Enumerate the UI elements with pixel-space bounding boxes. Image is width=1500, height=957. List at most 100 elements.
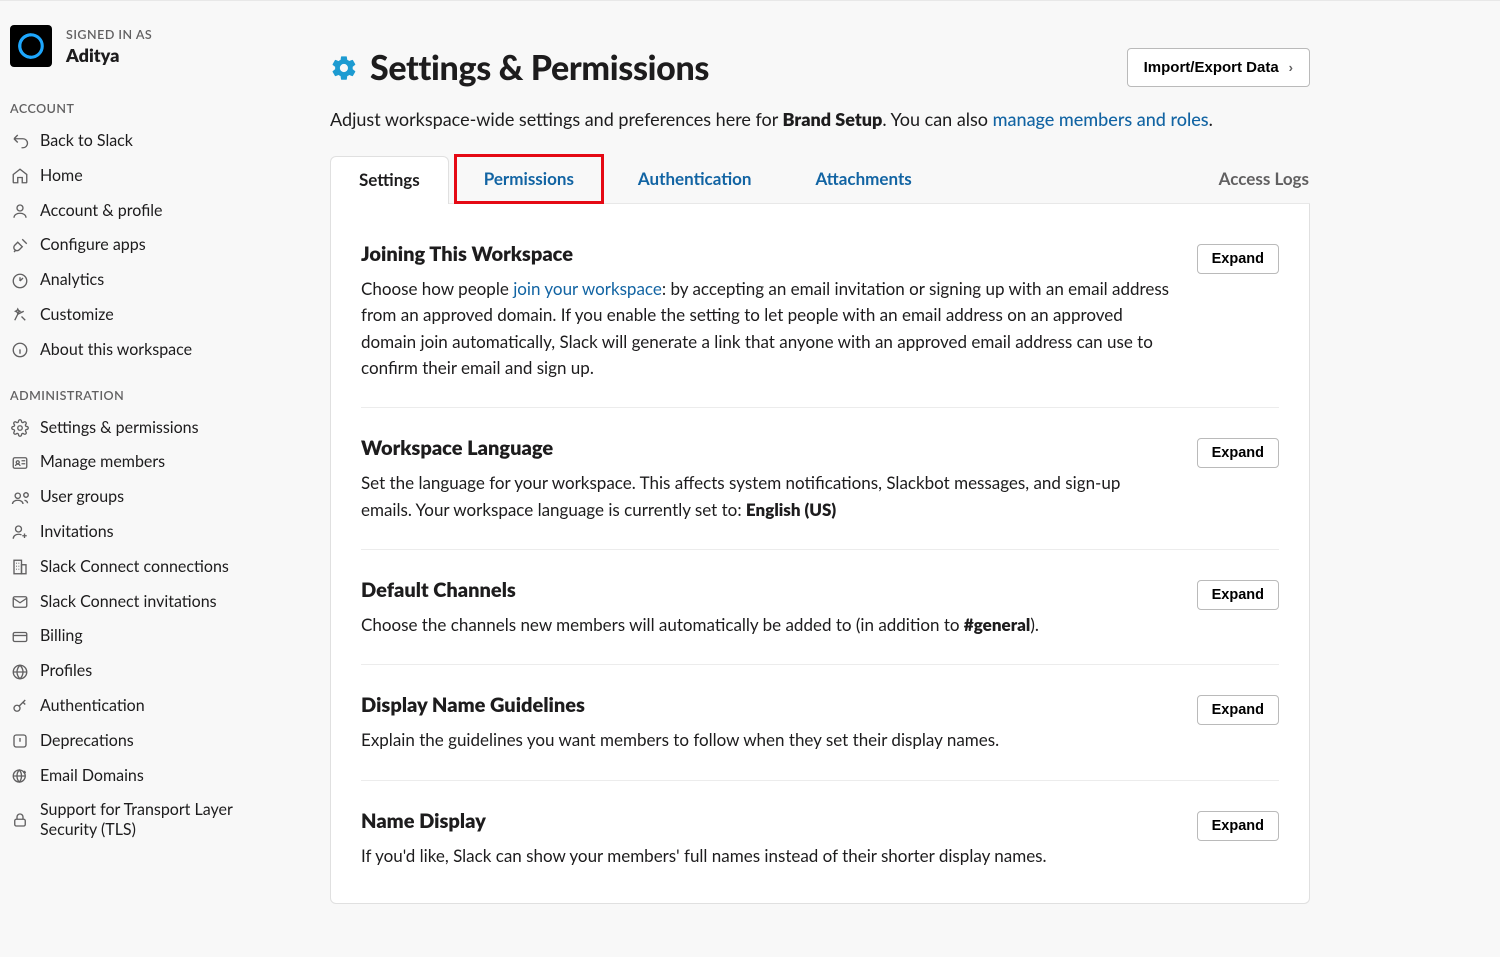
nav-item-label: Invitations [40, 522, 114, 543]
section-description: Choose the channels new members will aut… [361, 612, 1173, 638]
section-title: Name Display [361, 809, 1173, 833]
section-title: Workspace Language [361, 436, 1173, 460]
nav-item-label: Slack Connect invitations [40, 592, 217, 613]
globe-icon [10, 662, 30, 682]
nav-back-to-slack[interactable]: Back to Slack [0, 124, 270, 159]
lock-icon [10, 810, 30, 830]
home-icon [10, 166, 30, 186]
gear-icon [330, 54, 358, 82]
back-arrow-icon [10, 131, 30, 151]
person-plus-icon [10, 522, 30, 542]
nav-user-groups[interactable]: User groups [0, 480, 270, 515]
avatar [10, 25, 52, 67]
section-workspace-language: Workspace Language Set the language for … [361, 408, 1279, 550]
section-joining-workspace: Joining This Workspace Choose how people… [361, 214, 1279, 408]
gauge-icon [10, 271, 30, 291]
signed-in-name: Aditya [66, 44, 152, 66]
section-description: Explain the guidelines you want members … [361, 727, 1173, 753]
nav-profiles[interactable]: Profiles [0, 654, 270, 689]
page-subtitle: Adjust workspace-wide settings and prefe… [330, 106, 1310, 133]
general-channel: #general [964, 614, 1030, 635]
section-title: Joining This Workspace [361, 242, 1173, 266]
nav-group-administration: Administration [0, 368, 270, 411]
import-export-label: Import/Export Data [1144, 59, 1279, 76]
signed-in-block: Signed in as Aditya [0, 19, 270, 81]
expand-button[interactable]: Expand [1197, 695, 1279, 725]
tab-attachments[interactable]: Attachments [787, 155, 941, 203]
nav-item-label: Billing [40, 626, 83, 647]
settings-panel: Joining This Workspace Choose how people… [330, 204, 1310, 904]
section-description: Choose how people join your workspace: b… [361, 276, 1173, 381]
join-workspace-link[interactable]: join your workspace [513, 278, 662, 299]
chevron-right-icon: › [1289, 60, 1293, 75]
section-display-name-guidelines: Display Name Guidelines Explain the guid… [361, 665, 1279, 780]
nav-item-label: User groups [40, 487, 124, 508]
tab-settings[interactable]: Settings [330, 156, 449, 204]
nav-analytics[interactable]: Analytics [0, 263, 270, 298]
envelope-icon [10, 592, 30, 612]
nav-slack-connect-connections[interactable]: Slack Connect connections [0, 550, 270, 585]
nav-item-label: Configure apps [40, 235, 146, 256]
nav-configure-apps[interactable]: Configure apps [0, 228, 270, 263]
section-title: Default Channels [361, 578, 1173, 602]
nav-home[interactable]: Home [0, 159, 270, 194]
nav-item-label: Email Domains [40, 766, 144, 787]
nav-item-label: Account & profile [40, 201, 162, 222]
nav-customize[interactable]: Customize [0, 298, 270, 333]
warning-square-icon [10, 731, 30, 751]
nav-slack-connect-invitations[interactable]: Slack Connect invitations [0, 585, 270, 620]
nav-item-label: Customize [40, 305, 114, 326]
plug-icon [10, 236, 30, 256]
current-language: English (US) [746, 499, 836, 520]
nav-item-label: Back to Slack [40, 131, 133, 152]
nav-deprecations[interactable]: Deprecations [0, 724, 270, 759]
nav-item-label: Slack Connect connections [40, 557, 229, 578]
nav-item-label: Profiles [40, 661, 92, 682]
nav-account-profile[interactable]: Account & profile [0, 194, 270, 229]
main-content: Settings & Permissions Import/Export Dat… [270, 1, 1370, 957]
section-description: Set the language for your workspace. Thi… [361, 470, 1173, 523]
nav-item-label: Manage members [40, 452, 165, 473]
nav-item-label: Authentication [40, 696, 145, 717]
sidebar: Signed in as Aditya Account Back to Slac… [0, 1, 270, 957]
nav-item-label: Deprecations [40, 731, 134, 752]
people-icon [10, 488, 30, 508]
expand-button[interactable]: Expand [1197, 244, 1279, 274]
nav-settings-permissions[interactable]: Settings & permissions [0, 411, 270, 446]
tab-access-logs[interactable]: Access Logs [1190, 155, 1310, 203]
manage-members-link[interactable]: manage members and roles [993, 108, 1209, 130]
page-title: Settings & Permissions [370, 47, 709, 88]
tab-authentication[interactable]: Authentication [609, 155, 781, 203]
nav-invitations[interactable]: Invitations [0, 515, 270, 550]
section-description: If you'd like, Slack can show your membe… [361, 843, 1173, 869]
nav-item-label: Analytics [40, 270, 104, 291]
gear-icon [10, 418, 30, 438]
expand-button[interactable]: Expand [1197, 811, 1279, 841]
info-icon [10, 340, 30, 360]
nav-about-workspace[interactable]: About this workspace [0, 333, 270, 368]
nav-email-domains[interactable]: Email Domains [0, 759, 270, 794]
workspace-name: Brand Setup [783, 108, 883, 130]
nav-group-account: Account [0, 81, 270, 124]
nav-manage-members[interactable]: Manage members [0, 445, 270, 480]
globe-plus-icon [10, 766, 30, 786]
tab-permissions[interactable]: Permissions [455, 155, 603, 203]
nav-tls-support[interactable]: Support for Transport Layer Security (TL… [0, 793, 270, 847]
import-export-button[interactable]: Import/Export Data › [1127, 48, 1310, 87]
person-icon [10, 201, 30, 221]
signed-in-label: Signed in as [66, 27, 152, 42]
expand-button[interactable]: Expand [1197, 438, 1279, 468]
tab-row: Settings Permissions Authentication Atta… [330, 155, 1310, 204]
expand-button[interactable]: Expand [1197, 580, 1279, 610]
key-icon [10, 696, 30, 716]
nav-authentication[interactable]: Authentication [0, 689, 270, 724]
id-card-icon [10, 453, 30, 473]
section-default-channels: Default Channels Choose the channels new… [361, 550, 1279, 665]
nav-billing[interactable]: Billing [0, 619, 270, 654]
nav-item-label: Home [40, 166, 83, 187]
nav-item-label: Settings & permissions [40, 418, 199, 439]
nav-item-label: Support for Transport Layer Security (TL… [40, 800, 260, 840]
building-icon [10, 557, 30, 577]
credit-card-icon [10, 627, 30, 647]
section-title: Display Name Guidelines [361, 693, 1173, 717]
